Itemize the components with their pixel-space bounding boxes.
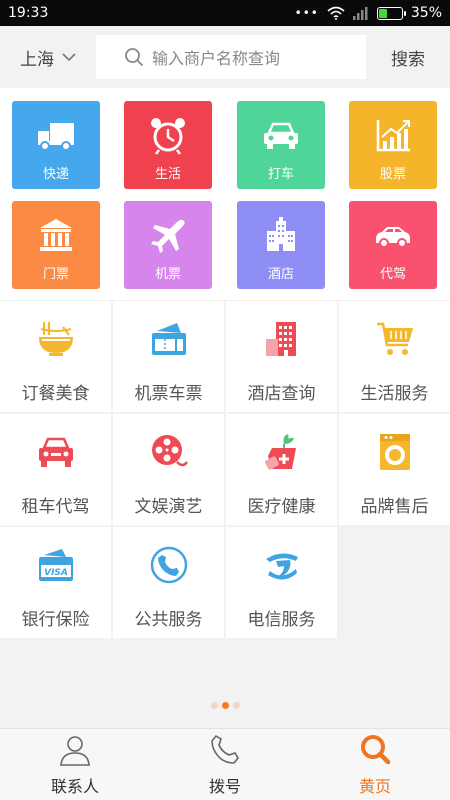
- service-entertainment[interactable]: 文娱演艺: [113, 414, 224, 525]
- status-time: 19:33: [8, 5, 49, 21]
- tile-stock[interactable]: 股票: [349, 101, 437, 189]
- service-label: 医疗健康: [247, 497, 316, 517]
- service-label: 租车代驾: [21, 497, 90, 517]
- service-label: 文娱演艺: [134, 497, 203, 517]
- page-indicator: [0, 702, 450, 709]
- tile-label: 机票: [154, 267, 181, 282]
- signal-icon: [352, 6, 368, 20]
- dial-phone-icon: [211, 734, 239, 764]
- tile-label: 打车: [267, 167, 294, 182]
- service-food[interactable]: 订餐美食: [0, 301, 111, 412]
- battery-percent: 35%: [410, 5, 442, 21]
- service-label: 生活服务: [360, 384, 429, 404]
- service-grid: 订餐美食 机票车票 酒店查询 生活服务 租车代驾 文娱演艺 医疗健康 品牌售后 …: [0, 301, 450, 639]
- status-bar: 19:33 ••• 35%: [0, 0, 450, 26]
- bottom-nav: 联系人 拨号 黄页: [0, 728, 450, 800]
- rental-car-icon: [38, 437, 73, 467]
- medical-kit-icon: [264, 434, 296, 470]
- stock-chart-icon: [376, 120, 410, 152]
- page-dot-active: [221, 702, 229, 709]
- nav-yellow-pages[interactable]: 黄页: [300, 729, 450, 800]
- tile-label: 股票: [379, 167, 406, 182]
- service-label: 品牌售后: [360, 497, 429, 517]
- page-dot: [232, 702, 240, 709]
- airplane-icon: [151, 219, 185, 253]
- tile-label: 快递: [42, 167, 69, 182]
- telecom-logo-icon: [265, 553, 298, 580]
- wifi-icon: [327, 6, 345, 20]
- truck-icon: [38, 123, 74, 151]
- ticket-icon: [151, 323, 186, 355]
- nav-label: 联系人: [50, 776, 99, 796]
- tile-label: 代驾: [379, 267, 406, 282]
- service-public[interactable]: 公共服务: [113, 527, 224, 638]
- search-input[interactable]: 输入商户名称查询: [96, 35, 366, 79]
- service-car-rental[interactable]: 租车代驾: [0, 414, 111, 525]
- tile-label: 门票: [42, 267, 69, 282]
- service-label: 电信服务: [247, 610, 316, 630]
- tile-label: 酒店: [267, 267, 294, 282]
- battery-fill: [378, 8, 387, 18]
- visa-card-icon: VISA: [38, 549, 73, 581]
- service-banking[interactable]: VISA 银行保险: [0, 527, 111, 638]
- contact-person-icon: [60, 735, 90, 766]
- service-tickets[interactable]: 机票车票: [113, 301, 224, 412]
- service-label: 公共服务: [134, 610, 203, 630]
- search-placeholder: 输入商户名称查询: [152, 49, 281, 68]
- noodle-bowl-icon: [38, 322, 73, 356]
- status-icons: ••• 35%: [295, 5, 442, 21]
- search-icon: [125, 48, 144, 67]
- nav-label: 拨号: [208, 776, 241, 796]
- service-telecom[interactable]: 电信服务: [226, 527, 337, 638]
- service-label: 机票车票: [134, 384, 203, 404]
- page-dot: [210, 702, 218, 709]
- hotel-icon: [267, 217, 295, 251]
- service-label: 酒店查询: [247, 384, 316, 404]
- chevron-down-icon: [62, 52, 76, 61]
- tile-tickets[interactable]: 门票: [12, 201, 100, 289]
- tile-flights[interactable]: 机票: [124, 201, 212, 289]
- service-medical[interactable]: 医疗健康: [226, 414, 337, 525]
- service-label: 订餐美食: [21, 384, 90, 404]
- city-selector[interactable]: 上海: [0, 26, 96, 88]
- battery-icon: [376, 6, 406, 20]
- tile-hotel[interactable]: 酒店: [237, 201, 325, 289]
- service-after-sales[interactable]: 品牌售后: [339, 414, 450, 525]
- building-icon: [265, 322, 296, 356]
- city-label: 上海: [20, 49, 54, 70]
- film-reel-icon: [151, 435, 188, 467]
- nav-dialer[interactable]: 拨号: [150, 729, 300, 800]
- service-life[interactable]: 生活服务: [339, 301, 450, 412]
- tile-chauffeur[interactable]: 代驾: [349, 201, 437, 289]
- quick-tiles: 快递 生活 打车 股票 门票 机票 酒店 代驾: [0, 88, 450, 300]
- shopping-cart-icon: [376, 322, 413, 355]
- car-icon: [264, 122, 298, 149]
- service-hotel-query[interactable]: 酒店查询: [226, 301, 337, 412]
- search-header: 上海 输入商户名称查询 搜索: [0, 26, 450, 88]
- nav-contacts[interactable]: 联系人: [0, 729, 150, 800]
- service-label: 银行保险: [21, 610, 90, 630]
- tile-taxi[interactable]: 打车: [237, 101, 325, 189]
- sedan-icon: [376, 227, 410, 248]
- alarm-clock-icon: [151, 118, 185, 155]
- washing-machine-icon: [379, 434, 410, 470]
- tile-express[interactable]: 快递: [12, 101, 100, 189]
- phone-icon: [150, 546, 187, 584]
- museum-icon: [40, 219, 72, 251]
- tile-life[interactable]: 生活: [124, 101, 212, 189]
- tile-label: 生活: [154, 167, 181, 182]
- search-icon: [361, 734, 391, 764]
- notification-dots-icon: •••: [294, 6, 319, 20]
- search-button[interactable]: 搜索: [366, 45, 450, 70]
- svg-text:VISA: VISA: [44, 568, 68, 578]
- nav-label: 黄页: [358, 776, 391, 796]
